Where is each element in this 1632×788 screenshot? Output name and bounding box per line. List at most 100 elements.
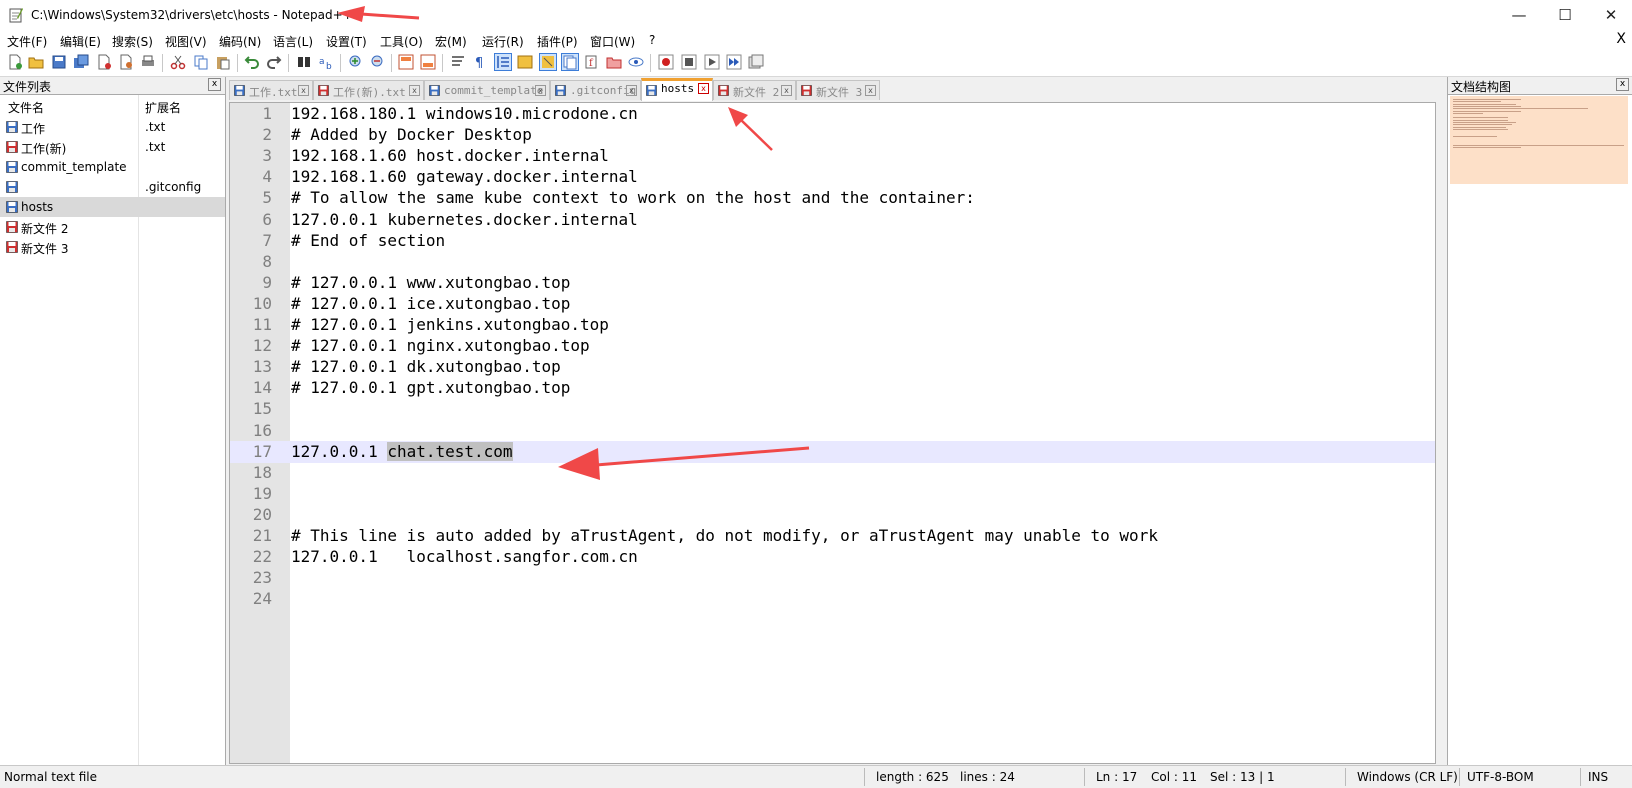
new-file-icon[interactable] <box>7 54 23 70</box>
paste-icon[interactable] <box>215 54 231 70</box>
status-eol-format[interactable]: Windows (CR LF) <box>1357 770 1458 784</box>
tab-工作(新).txt[interactable]: 工作(新).txt x <box>313 80 424 100</box>
file-list-item[interactable]: commit_template <box>0 157 225 177</box>
code-line[interactable]: 10 # 127.0.0.1 ice.xutongbao.top <box>230 293 1435 315</box>
zoom-out-icon[interactable] <box>370 54 386 70</box>
status-insert-mode[interactable]: INS <box>1588 770 1608 784</box>
tab-close-icon[interactable]: x <box>535 85 546 96</box>
editor-area[interactable]: 1 192.168.180.1 windows10.microdone.cn 2 # … <box>229 102 1436 764</box>
tab-close-icon[interactable]: x <box>865 85 876 96</box>
macro-save-icon[interactable] <box>748 54 764 70</box>
close-all-icon[interactable] <box>118 54 134 70</box>
close-file-icon[interactable] <box>96 54 112 70</box>
menu-settings[interactable]: 设置(T) <box>326 33 367 50</box>
menu-search[interactable]: 搜索(S) <box>112 33 153 50</box>
code-line[interactable]: 23 <box>230 567 1435 589</box>
code-line[interactable]: 11 # 127.0.0.1 jenkins.xutongbao.top <box>230 314 1435 336</box>
close-window-button[interactable]: ✕ <box>1588 0 1632 30</box>
minimize-button[interactable]: — <box>1496 0 1542 30</box>
menu-file[interactable]: 文件(F) <box>7 33 47 50</box>
tab-hosts[interactable]: hosts x <box>641 78 713 101</box>
user-lang-icon[interactable] <box>517 54 533 70</box>
code-line[interactable]: 17 127.0.0.1 chat.test.com <box>230 440 1435 463</box>
redo-icon[interactable] <box>266 54 282 70</box>
folder-workspace-icon[interactable] <box>606 54 622 70</box>
menu-run[interactable]: 运行(R) <box>482 33 524 50</box>
menu-edit[interactable]: 编辑(E) <box>60 33 101 50</box>
copy-icon[interactable] <box>193 54 209 70</box>
undo-icon[interactable] <box>244 54 260 70</box>
column-header-extension[interactable]: 扩展名 <box>145 99 181 116</box>
menu-macro[interactable]: 宏(M) <box>435 33 467 50</box>
menu-window[interactable]: 窗口(W) <box>590 33 635 50</box>
document-map-viewport[interactable] <box>1450 96 1628 184</box>
code-line[interactable]: 16 <box>230 420 1435 442</box>
indent-guide-icon[interactable] <box>494 53 512 71</box>
file-list-item[interactable]: 新文件 3 <box>0 237 225 257</box>
file-list-item[interactable]: .gitconfig <box>0 177 225 197</box>
code-line[interactable]: 18 <box>230 462 1435 484</box>
code-line[interactable]: 20 <box>230 504 1435 526</box>
code-line[interactable]: 19 <box>230 483 1435 505</box>
tab-close-icon[interactable]: x <box>626 85 637 96</box>
code-line[interactable]: 7 # End of section <box>230 230 1435 252</box>
tab-commit_template[interactable]: commit_template x <box>424 80 550 100</box>
menu-plugins[interactable]: 插件(P) <box>537 33 578 50</box>
menu-language[interactable]: 语言(L) <box>273 33 313 50</box>
close-doc-x[interactable]: X <box>1616 31 1626 47</box>
file-list-item[interactable]: 工作(新) .txt <box>0 137 225 157</box>
code-line[interactable]: 13 # 127.0.0.1 dk.xutongbao.top <box>230 356 1435 378</box>
code-line[interactable]: 6 127.0.0.1 kubernetes.docker.internal <box>230 209 1435 231</box>
file-list-item[interactable]: hosts <box>0 197 225 217</box>
status-encoding[interactable]: UTF-8-BOM <box>1467 770 1534 784</box>
code-line[interactable]: 22 127.0.0.1 localhost.sangfor.com.cn <box>230 546 1435 568</box>
code-line[interactable]: 4 192.168.1.60 gateway.docker.internal <box>230 166 1435 188</box>
sync-horizontal-icon[interactable] <box>420 54 436 70</box>
code-line[interactable]: 1 192.168.180.1 windows10.microdone.cn <box>230 103 1435 125</box>
tab-新文件 3[interactable]: 新文件 3x <box>796 80 880 100</box>
code-line[interactable]: 24 <box>230 588 1435 610</box>
file-list-item[interactable]: 工作 .txt <box>0 117 225 137</box>
menu-view[interactable]: 视图(V) <box>165 33 207 50</box>
file-list-item[interactable]: 新文件 2 <box>0 217 225 237</box>
code-line[interactable]: 12 # 127.0.0.1 nginx.xutongbao.top <box>230 335 1435 357</box>
menu-tools[interactable]: 工具(O) <box>380 33 423 50</box>
tab-新文件 2[interactable]: 新文件 2x <box>713 80 796 100</box>
cut-icon[interactable] <box>170 54 186 70</box>
maximize-button[interactable]: ☐ <box>1542 0 1588 30</box>
code-line[interactable]: 21 # This line is auto added by aTrustAge… <box>230 525 1435 547</box>
tab-close-icon[interactable]: x <box>781 85 792 96</box>
macro-stop-icon[interactable] <box>681 54 697 70</box>
code-line[interactable]: 5 # To allow the same kube context to wor… <box>230 187 1435 209</box>
zoom-in-icon[interactable] <box>348 54 364 70</box>
sync-vertical-icon[interactable] <box>398 54 414 70</box>
save-icon[interactable] <box>51 54 67 70</box>
code-line[interactable]: 3 192.168.1.60 host.docker.internal <box>230 145 1435 167</box>
file-list-close-button[interactable]: x <box>208 78 221 91</box>
column-header-filename[interactable]: 文件名 <box>8 99 44 116</box>
code-line[interactable]: 15 <box>230 398 1435 420</box>
code-line[interactable]: 9 # 127.0.0.1 www.xutongbao.top <box>230 272 1435 294</box>
code-line[interactable]: 8 <box>230 251 1435 273</box>
replace-icon[interactable]: ab <box>318 54 334 70</box>
code-line[interactable]: 14 # 127.0.0.1 gpt.xutongbao.top <box>230 377 1435 399</box>
macro-record-icon[interactable] <box>658 54 674 70</box>
menu-help[interactable]: ? <box>649 33 655 47</box>
doc-map-icon[interactable] <box>539 53 557 71</box>
document-map-close-button[interactable]: x <box>1616 78 1629 91</box>
print-icon[interactable] <box>140 54 156 70</box>
tab-close-icon[interactable]: x <box>298 85 309 96</box>
word-wrap-icon[interactable] <box>450 54 466 70</box>
menu-encoding[interactable]: 编码(N) <box>219 33 261 50</box>
tab-.gitconfig[interactable]: .gitconfig x <box>550 80 641 100</box>
monitoring-eye-icon[interactable] <box>628 54 644 70</box>
code-line[interactable]: 2 # Added by Docker Desktop <box>230 124 1435 146</box>
tab-工作.txt[interactable]: 工作.txt x <box>229 80 313 100</box>
save-all-icon[interactable] <box>73 54 89 70</box>
macro-run-multiple-icon[interactable] <box>726 54 742 70</box>
show-all-chars-icon[interactable]: ¶ <box>472 54 488 70</box>
function-list-icon[interactable]: f <box>584 54 600 70</box>
macro-play-icon[interactable] <box>704 54 720 70</box>
tab-close-icon[interactable]: x <box>698 83 709 94</box>
open-file-icon[interactable] <box>28 54 44 70</box>
